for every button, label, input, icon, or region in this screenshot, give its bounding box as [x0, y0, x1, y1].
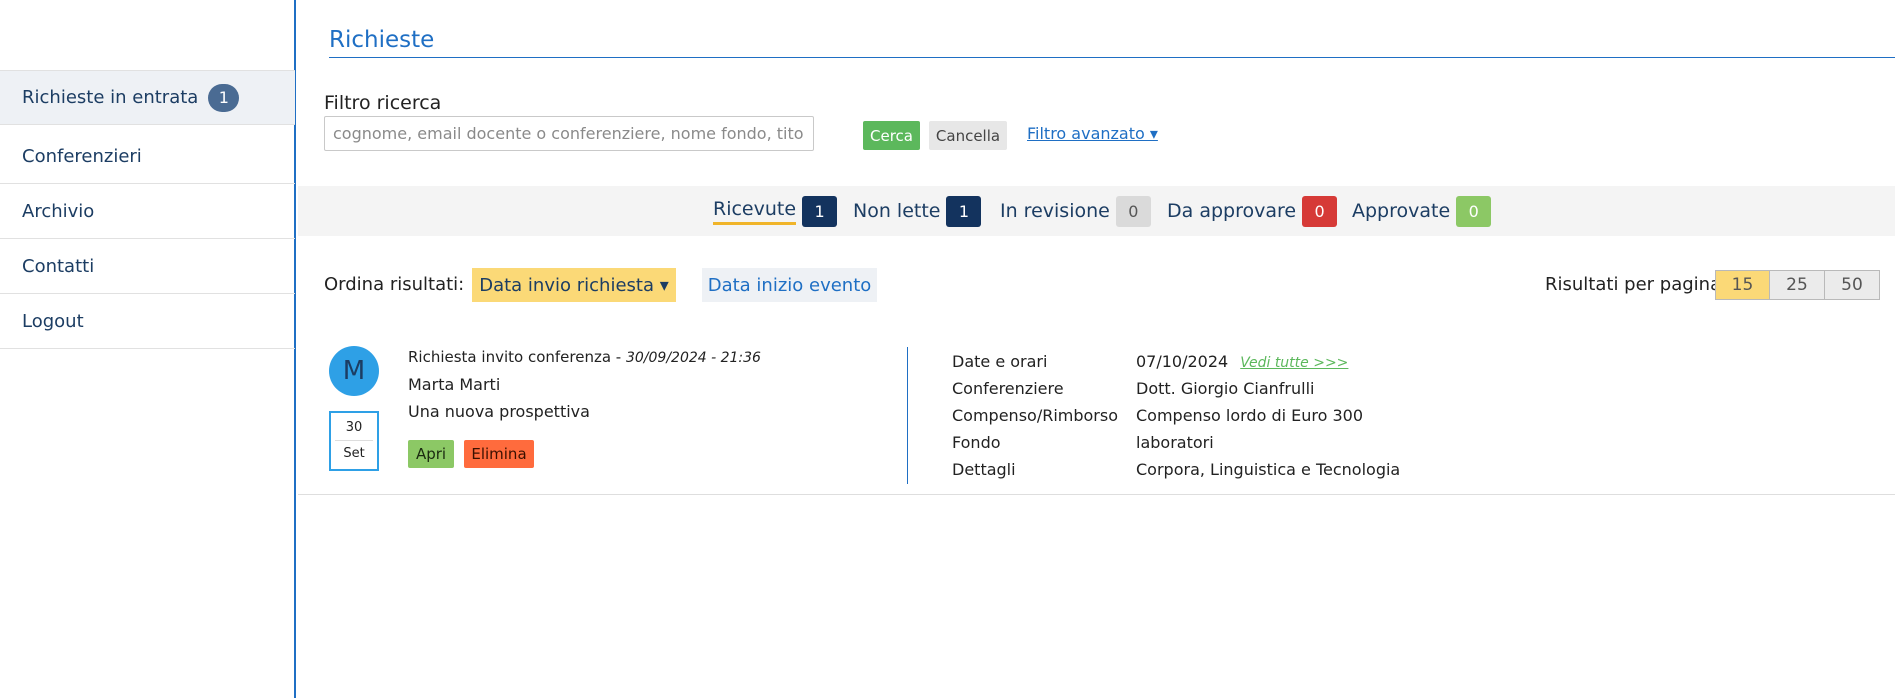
filter-label: Filtro ricerca: [324, 92, 442, 114]
open-button[interactable]: Apri: [408, 440, 454, 468]
date-day: 30: [335, 413, 373, 441]
detail-value: Dott. Giorgio Cianfrulli: [1136, 379, 1315, 398]
per-page-50-button[interactable]: 50: [1825, 270, 1880, 300]
sidebar-item-label: Contatti: [22, 255, 95, 277]
per-page-15-button[interactable]: 15: [1715, 270, 1770, 300]
sort-label: Ordina risultati:: [324, 274, 465, 295]
detail-value: 07/10/2024 Vedi tutte >>>: [1136, 352, 1348, 371]
tab-label: Da approvare: [1167, 200, 1297, 222]
detail-value: Compenso lordo di Euro 300: [1136, 406, 1364, 425]
count-badge: 0: [1302, 195, 1338, 227]
sort-by-request-date-button[interactable]: Data invio richiesta ▾: [472, 268, 676, 302]
detail-key: Date e orari: [952, 352, 1048, 371]
per-page-label: Risultati per pagina:: [1545, 274, 1728, 295]
sidebar-item-contatti[interactable]: Contatti: [0, 239, 295, 294]
row-divider: [298, 494, 1895, 495]
column-divider: [907, 347, 908, 484]
request-datetime: 30/09/2024 - 21:36: [625, 350, 761, 366]
sidebar-item-conferenzieri[interactable]: Conferenzieri: [0, 129, 295, 184]
sidebar-item-richieste-in-entrata[interactable]: Richieste in entrata 1: [0, 70, 295, 125]
per-page-25-button[interactable]: 25: [1770, 270, 1825, 300]
tab-da-approvare[interactable]: Da approvare 0: [1167, 195, 1338, 227]
count-badge: 1: [946, 195, 982, 227]
page-title: Richieste: [329, 27, 435, 53]
detail-value: Corpora, Linguistica e Tecnologia: [1136, 460, 1401, 479]
sidebar-item-archivio[interactable]: Archivio: [0, 184, 295, 239]
request-type: Richiesta invito conferenza -: [408, 348, 626, 366]
delete-button[interactable]: Elimina: [464, 440, 534, 468]
search-button[interactable]: Cerca: [863, 121, 920, 150]
requester-name: Marta Marti: [408, 375, 501, 394]
see-all-dates-link[interactable]: Vedi tutte >>>: [1240, 355, 1348, 371]
title-divider: [329, 57, 1895, 58]
tab-label: Non lette: [853, 200, 941, 222]
request-subtitle: Una nuova prospettiva: [408, 402, 590, 421]
detail-key: Compenso/Rimborso: [952, 406, 1118, 425]
tab-non-lette[interactable]: Non lette 1: [853, 195, 982, 227]
detail-key: Conferenziere: [952, 379, 1064, 398]
request-title: Richiesta invito conferenza - 30/09/2024…: [408, 348, 761, 366]
count-badge: 1: [802, 195, 838, 227]
tab-in-revisione[interactable]: In revisione 0: [1000, 195, 1151, 227]
search-input[interactable]: [324, 116, 814, 151]
sidebar-item-label: Logout: [22, 310, 84, 332]
count-badge: 0: [1456, 195, 1492, 227]
detail-key: Fondo: [952, 433, 1001, 452]
clear-button[interactable]: Cancella: [929, 121, 1007, 150]
tab-label: In revisione: [1000, 200, 1110, 222]
sort-by-event-date-button[interactable]: Data inizio evento: [702, 268, 877, 302]
per-page-selector: 15 25 50: [1715, 270, 1880, 300]
tab-label: Ricevute: [713, 198, 797, 225]
count-badge: 0: [1115, 195, 1151, 227]
status-tabs: Ricevute 1 Non lette 1 In revisione 0 Da…: [298, 186, 1895, 236]
date-month: Set: [343, 446, 365, 461]
main-content: Richieste Filtro ricerca Cerca Cancella …: [298, 0, 1895, 698]
sidebar-item-label: Richieste in entrata: [22, 87, 199, 108]
count-badge: 1: [208, 83, 240, 112]
sidebar-item-label: Conferenzieri: [22, 145, 142, 167]
avatar: M: [329, 346, 379, 396]
tab-label: Approvate: [1352, 200, 1451, 222]
advanced-filter-link[interactable]: Filtro avanzato ▾: [1027, 124, 1158, 143]
tab-approvate[interactable]: Approvate 0: [1352, 195, 1492, 227]
sidebar-item-logout[interactable]: Logout: [0, 294, 295, 349]
detail-key: Dettagli: [952, 460, 1016, 479]
detail-value: laboratori: [1136, 433, 1214, 452]
tab-ricevute[interactable]: Ricevute 1: [713, 195, 838, 227]
sidebar: Richieste in entrata 1 Conferenzieri Arc…: [0, 0, 296, 698]
detail-value-text: 07/10/2024: [1136, 352, 1229, 371]
sidebar-item-label: Archivio: [22, 200, 95, 222]
date-badge: 30 Set: [329, 411, 379, 471]
